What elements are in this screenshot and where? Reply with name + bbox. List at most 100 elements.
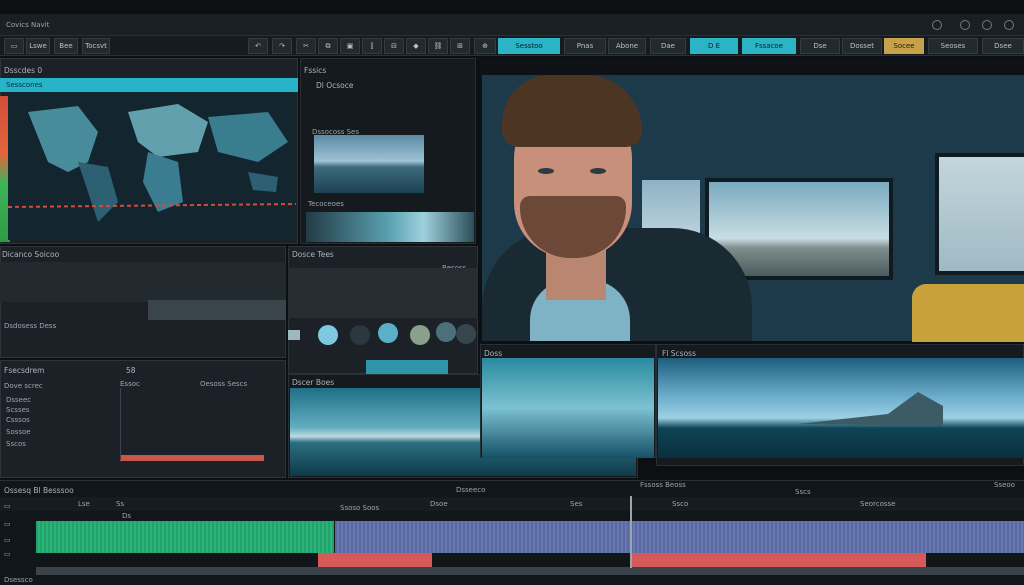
redo-button[interactable]: ↷ [272, 38, 292, 54]
viewer-frame-right [935, 153, 1024, 275]
library-cyan-bar [366, 360, 448, 374]
playhead[interactable] [630, 496, 632, 568]
left-panel-tab[interactable] [0, 78, 298, 92]
toolbar-tab-8[interactable]: Dosset [842, 38, 882, 54]
minimize-icon[interactable] [982, 20, 992, 30]
audio-clip-red-1[interactable] [318, 553, 432, 567]
library-title: Dosce Tees [292, 250, 334, 259]
preview-right-image[interactable] [658, 358, 1024, 458]
clip-2-thumbnail[interactable] [306, 212, 474, 242]
preview-left-label: Doss [484, 349, 503, 358]
left-panel-tab-label: Sesscones [6, 81, 43, 89]
properties-item[interactable]: Csssos [6, 416, 30, 424]
toolbar-button-4[interactable]: Tocsvt [82, 38, 110, 54]
toolbar-tab-11[interactable]: Dsee [982, 38, 1024, 54]
split-button[interactable]: ⫿ [362, 38, 382, 54]
toolbar-tab-4[interactable]: Dae [650, 38, 686, 54]
snap-button[interactable]: ⊞ [450, 38, 470, 54]
properties-item[interactable]: Scsses [6, 406, 30, 414]
marker-button[interactable]: ◆ [406, 38, 426, 54]
zoom-icon: ⊕ [482, 42, 488, 50]
toolbar-button-3[interactable]: Bee [54, 38, 78, 54]
snap-icon: ⊞ [457, 42, 463, 50]
toolbar-tab-2[interactable]: Pnas [564, 38, 606, 54]
viewer-header [480, 58, 1024, 76]
toolbar-tab-10[interactable]: Seoses [928, 38, 978, 54]
swatch-slate[interactable] [456, 324, 476, 344]
preview-right-title: Fl Scsoss [662, 349, 696, 358]
library-strip [288, 268, 478, 318]
toolbar-tab-3[interactable]: Abone [608, 38, 646, 54]
app-title: Covics Navit [6, 21, 50, 29]
swatch-blue[interactable] [378, 323, 398, 343]
timeline-marker: Ss [116, 500, 125, 508]
link-button[interactable]: ⛓ [428, 38, 448, 54]
undo-icon: ↶ [255, 42, 261, 50]
properties-title: Fsecsdrem [4, 366, 45, 375]
swatch-teal[interactable] [436, 322, 456, 342]
media-panel-header: Fssics [304, 66, 327, 75]
swatch-square[interactable] [288, 330, 300, 340]
toolbar-tab-active[interactable]: Sesstoo [498, 38, 560, 54]
left-lower-caption: Dsdosess Dess [4, 322, 57, 330]
properties-item[interactable]: Dsseec [6, 396, 31, 404]
toolbar-tab-6[interactable]: Fssacoe [742, 38, 796, 54]
toolbar-button-1[interactable]: ▭ [4, 38, 24, 54]
properties-value: 58 [126, 366, 136, 375]
properties-item[interactable]: Sscos [6, 440, 26, 448]
split-icon: ⫿ [370, 41, 374, 50]
trim-button[interactable]: ⊟ [384, 38, 404, 54]
toolbar-icon: ▭ [10, 42, 18, 50]
properties-axis [120, 388, 121, 460]
toolbar-tab-7[interactable]: Dse [800, 38, 840, 54]
timeline-marker: Ssco [672, 500, 689, 508]
help-icon[interactable] [960, 20, 970, 30]
properties-mid: Essoc [120, 380, 140, 388]
left-lower-bar [148, 300, 286, 320]
undo-button[interactable]: ↶ [248, 38, 268, 54]
clip-1-thumbnail[interactable] [314, 135, 424, 193]
cut-button[interactable]: ✂ [296, 38, 316, 54]
timeline-marker: Dsoe [430, 500, 448, 508]
copy-icon: ⧉ [325, 41, 331, 50]
media-panel-sub: Dl Ocsoce [316, 81, 354, 90]
properties-item[interactable]: Sossoe [6, 428, 31, 436]
link-icon: ⛓ [433, 42, 443, 50]
person-eye-right [590, 168, 606, 174]
copy-button[interactable]: ⧉ [318, 38, 338, 54]
world-map [8, 92, 296, 240]
paste-icon: ▣ [346, 42, 354, 50]
toolbar-tab-9[interactable]: Socee [884, 38, 924, 54]
marker-icon: ◆ [413, 42, 419, 50]
timeline-scrollbar[interactable] [36, 567, 1024, 575]
redo-icon: ↷ [279, 42, 285, 50]
paste-button[interactable]: ▣ [340, 38, 360, 54]
track-label: ▭ [4, 502, 11, 510]
swatch-green[interactable] [410, 325, 430, 345]
settings-icon[interactable] [932, 20, 942, 30]
timeline-marker: Ds [122, 512, 132, 520]
zoom-button[interactable]: ⊕ [474, 38, 496, 54]
video-clip-green[interactable] [36, 521, 334, 553]
clip-2-label: Tecoceoes [308, 200, 344, 208]
properties-right: Oesoss Sescs [200, 380, 248, 388]
chair-graphic [912, 284, 1024, 342]
swatch-dark[interactable] [350, 325, 370, 345]
track-label: ▭ [4, 536, 11, 544]
video-clip-purple[interactable] [335, 521, 1024, 553]
timeline-marker: Lse [78, 500, 90, 508]
left-panel-title: Dsscdes 0 [4, 66, 43, 75]
person-eye-left [538, 168, 554, 174]
timeline-title: Ossesq Bl Besssoo [4, 486, 74, 495]
close-icon[interactable] [1004, 20, 1014, 30]
timeline-marker: Seorcosse [860, 500, 896, 508]
preview-left-image[interactable] [482, 358, 654, 458]
track-label: ▭ [4, 520, 11, 528]
timeline-far-right: Sscs [795, 488, 811, 496]
properties-label: Dove screc [4, 382, 43, 390]
audio-clip-red-2[interactable] [630, 553, 926, 567]
toolbar-button-2[interactable]: Lswe [26, 38, 50, 54]
swatch-cyan[interactable] [318, 325, 338, 345]
world-map-graphic [8, 104, 296, 222]
toolbar-tab-5[interactable]: D E [690, 38, 738, 54]
